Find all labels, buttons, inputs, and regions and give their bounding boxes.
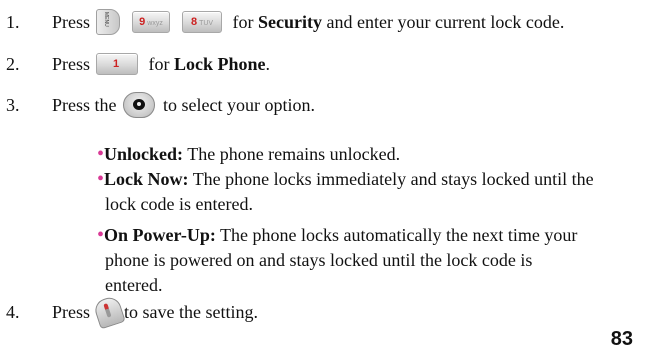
step-suffix: to select your option. xyxy=(158,94,315,115)
key-8-digit: 8 xyxy=(190,16,198,28)
navigation-key-icon xyxy=(122,92,155,118)
option-lock-now-continuation: lock code is entered. xyxy=(105,194,253,214)
step-suffix: . xyxy=(265,53,271,74)
step-prefix: Press xyxy=(52,301,91,322)
step-text: Press the to select your option. xyxy=(52,92,315,118)
step-prefix: Press xyxy=(52,11,91,32)
step-text: Press to save the setting. xyxy=(52,294,258,330)
menu-key-icon xyxy=(96,9,121,35)
step-suffix: and enter your current lock code. xyxy=(322,11,565,32)
key-8-icon: 8 TUV xyxy=(182,11,223,33)
step-prefix: Press the xyxy=(52,94,117,115)
step-number: 1. xyxy=(6,11,20,32)
step-prefix: Press xyxy=(52,53,91,74)
option-text: The phone remains unlocked. xyxy=(183,144,401,164)
step-number: 2. xyxy=(6,53,20,74)
key-9-letters: wxyz xyxy=(147,20,163,27)
bullet-icon: • xyxy=(97,168,105,190)
option-label: Unlocked: xyxy=(104,144,184,164)
step-text: Press 1 for Lock Phone . xyxy=(52,53,270,75)
option-lock-now: •Lock Now: The phone locks immediately a… xyxy=(97,167,594,192)
step-bold-term: Lock Phone xyxy=(174,53,266,74)
step-bold-term: Security xyxy=(258,11,322,32)
option-text: The phone locks immediately and stays lo… xyxy=(188,169,594,189)
key-9-digit: 9 xyxy=(139,16,146,28)
bullet-icon: • xyxy=(97,143,105,165)
step-number: 4. xyxy=(6,301,20,322)
option-unlocked: •Unlocked: The phone remains unlocked. xyxy=(97,142,400,167)
key-1-digit: 1 xyxy=(112,58,120,70)
step-mid: for xyxy=(228,11,259,32)
step-text: Press 9wxyz 8TUV for Security and enter … xyxy=(52,9,564,35)
option-text: The phone locks automatically the next t… xyxy=(215,225,578,245)
key-9-icon: 9 wxyz xyxy=(132,11,171,33)
key-1-icon: 1 xyxy=(96,53,139,75)
option-label: Lock Now: xyxy=(104,169,189,189)
option-on-power-up-continuation-2: entered. xyxy=(105,275,163,295)
option-label: On Power-Up: xyxy=(104,225,216,245)
key-8-letters: TUV xyxy=(199,20,214,27)
bullet-icon: • xyxy=(97,224,105,246)
step-number: 3. xyxy=(6,94,20,115)
end-key-icon xyxy=(92,294,126,330)
step-mid: for xyxy=(144,53,175,74)
page-number: 83 xyxy=(610,328,633,350)
option-on-power-up-continuation: phone is powered on and stays locked unt… xyxy=(105,250,533,270)
step-suffix: to save the setting. xyxy=(124,301,258,322)
option-on-power-up: •On Power-Up: The phone locks automatica… xyxy=(97,223,577,248)
